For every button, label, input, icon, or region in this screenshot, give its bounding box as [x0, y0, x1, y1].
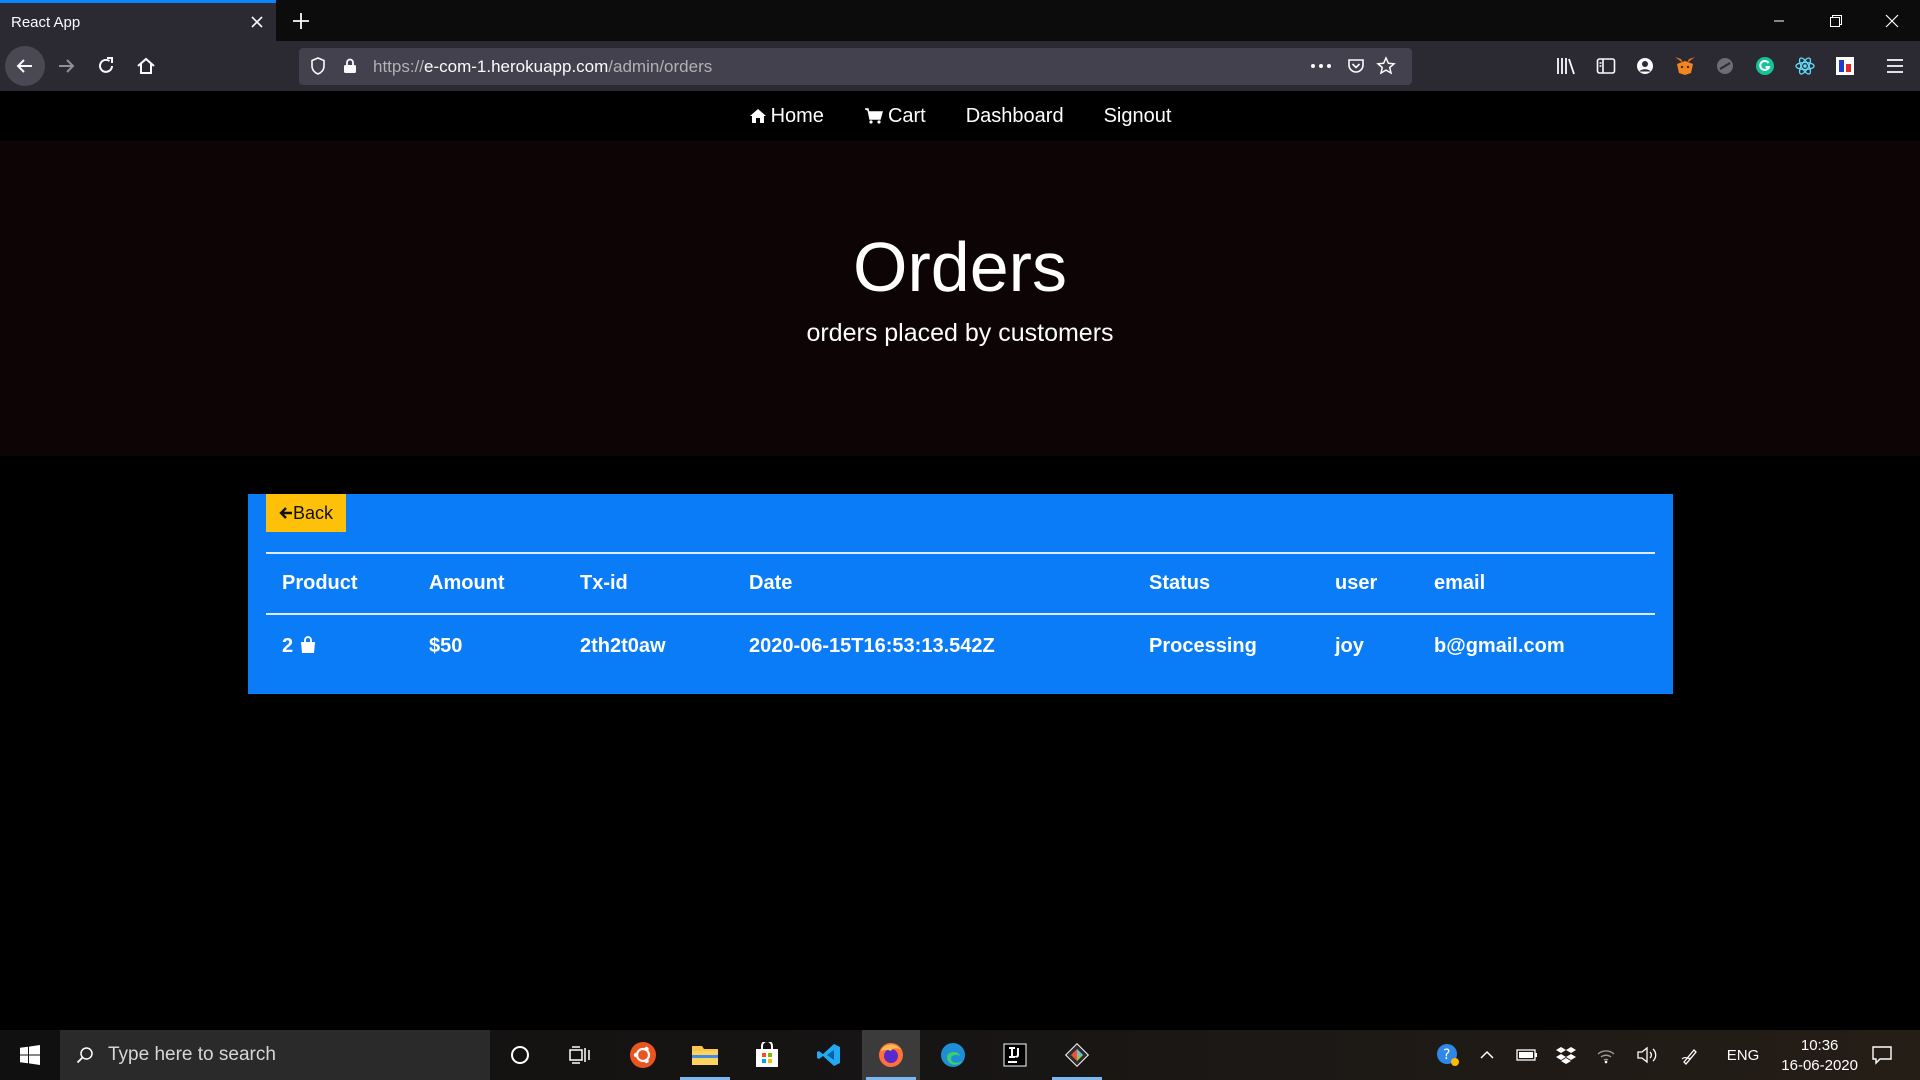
chevron-up-icon[interactable]	[1472, 1030, 1502, 1080]
page-title: Orders	[853, 228, 1067, 306]
home-icon[interactable]	[127, 48, 165, 84]
task-view-icon[interactable]	[551, 1030, 609, 1080]
color-picker-extension-icon[interactable]	[1832, 53, 1858, 79]
back-button[interactable]: Back	[266, 494, 346, 532]
browser-toolbar: https://e-com-1.herokuapp.com/admin/orde…	[0, 41, 1920, 91]
dropbox-icon[interactable]	[1551, 1030, 1581, 1080]
hamburger-menu-icon[interactable]	[1882, 53, 1908, 79]
nav-home-label: Home	[770, 104, 824, 127]
cell-txid: 2th2t0aw	[580, 635, 666, 657]
back-arrow-icon[interactable]	[5, 46, 45, 86]
vscode-icon[interactable]	[800, 1030, 858, 1080]
column-header-txid: Tx-id	[580, 572, 628, 594]
shield-icon[interactable]	[307, 55, 329, 77]
url-path: /admin/orders	[608, 56, 713, 76]
cortana-icon[interactable]	[491, 1030, 549, 1080]
forward-arrow-icon[interactable]	[47, 48, 85, 84]
tab-close-icon[interactable]	[242, 7, 272, 37]
column-header-status: Status	[1149, 572, 1211, 594]
intellij-icon[interactable]	[986, 1030, 1044, 1080]
shopping-bag-icon	[300, 636, 315, 653]
column-header-user: user	[1335, 572, 1378, 594]
pocket-icon[interactable]	[1345, 55, 1367, 77]
clock-date: 16-06-2020	[1781, 1057, 1858, 1074]
microsoft-store-icon[interactable]	[738, 1030, 796, 1080]
nav-signout-label: Signout	[1103, 104, 1172, 127]
library-icon[interactable]	[1553, 53, 1579, 79]
restore-icon[interactable]	[1807, 0, 1864, 41]
svg-text:?: ?	[1443, 1047, 1450, 1063]
edge-icon[interactable]	[924, 1030, 982, 1080]
ubuntu-app-icon[interactable]	[614, 1030, 672, 1080]
hero-jumbotron: Orders orders placed by customers	[0, 141, 1920, 456]
table-row: 2 $50 2th2t0aw 2020-06-15T16:53:13.542Z …	[266, 614, 1655, 678]
column-header-email: email	[1434, 572, 1486, 594]
more-actions-icon[interactable]	[1310, 55, 1332, 77]
home-icon	[749, 109, 766, 123]
notification-center-icon[interactable]	[1862, 1030, 1902, 1080]
column-header-product: Product	[282, 572, 358, 594]
minimize-icon[interactable]	[1750, 0, 1807, 41]
bookmark-star-icon[interactable]	[1375, 55, 1397, 77]
taskbar-search-box[interactable]: Type here to search	[60, 1030, 490, 1080]
cell-product: 2	[266, 614, 413, 678]
account-icon[interactable]	[1632, 53, 1658, 79]
language-indicator[interactable]: ENG	[1722, 1030, 1764, 1080]
column-header-date: Date	[749, 572, 793, 594]
file-explorer-icon[interactable]	[676, 1030, 734, 1080]
firefox-taskbar-icon[interactable]	[862, 1030, 920, 1080]
nav-signout-link[interactable]: Signout	[1084, 105, 1192, 128]
nav-dashboard-label: Dashboard	[965, 104, 1064, 127]
cell-user: joy	[1335, 635, 1364, 657]
cell-date: 2020-06-15T16:53:13.542Z	[749, 635, 995, 657]
battery-icon[interactable]	[1512, 1030, 1542, 1080]
cell-amount: $50	[429, 635, 463, 657]
grammarly-extension-icon[interactable]	[1752, 53, 1778, 79]
browser-tab[interactable]: React App	[0, 0, 276, 41]
extension-circle-icon[interactable]	[1712, 53, 1738, 79]
windows-start-icon[interactable]	[0, 1030, 60, 1080]
nav-home-link[interactable]: Home	[729, 105, 844, 128]
page-subtitle: orders placed by customers	[806, 319, 1114, 347]
browser-tab-bar: React App	[0, 0, 1920, 41]
wifi-icon[interactable]	[1591, 1030, 1621, 1080]
nav-cart-link[interactable]: Cart	[844, 105, 946, 128]
windows-taskbar: Type here to search ? ENG 10:36 16-06-20…	[0, 1030, 1920, 1080]
sidebar-icon[interactable]	[1593, 53, 1619, 79]
cell-email: b@gmail.com	[1434, 635, 1565, 657]
clock-time: 10:36	[1800, 1037, 1839, 1054]
new-tab-icon[interactable]	[286, 6, 316, 36]
url-scheme: https://	[373, 56, 425, 76]
metamask-extension-icon[interactable]	[1672, 53, 1698, 79]
site-navbar: Home Cart Dashboard Signout	[0, 91, 1920, 141]
react-devtools-icon[interactable]	[1792, 53, 1818, 79]
url-host: e-com-1.herokuapp.com	[424, 56, 609, 76]
arrow-left-icon	[279, 507, 292, 519]
close-window-icon[interactable]	[1863, 0, 1920, 41]
help-tray-icon[interactable]: ?	[1428, 1030, 1468, 1080]
product-count: 2	[282, 635, 294, 657]
url-bar[interactable]: https://e-com-1.herokuapp.com/admin/orde…	[299, 48, 1412, 85]
page-content: Home Cart Dashboard Signout Orders order…	[0, 91, 1920, 1030]
search-icon	[76, 1047, 93, 1064]
column-header-amount: Amount	[429, 572, 505, 594]
cart-icon	[864, 108, 883, 124]
tab-title: React App	[11, 13, 81, 31]
nav-cart-label: Cart	[887, 104, 926, 127]
url-text: https://e-com-1.herokuapp.com/admin/orde…	[373, 57, 712, 77]
volume-icon[interactable]	[1632, 1030, 1662, 1080]
reload-icon[interactable]	[87, 48, 125, 84]
cell-status: Processing	[1149, 635, 1257, 657]
search-placeholder: Type here to search	[108, 1044, 276, 1065]
back-button-label: Back	[292, 502, 334, 523]
orders-panel: Back Product Amount Tx-id Date Status us…	[248, 494, 1673, 694]
table-header-row: Product Amount Tx-id Date Status user em…	[266, 553, 1655, 614]
pen-ink-icon[interactable]	[1676, 1030, 1706, 1080]
lock-icon[interactable]	[339, 55, 361, 77]
taskbar-clock[interactable]: 10:36 16-06-2020	[1781, 1036, 1858, 1076]
nav-dashboard-link[interactable]: Dashboard	[946, 105, 1084, 128]
git-client-icon[interactable]	[1048, 1030, 1106, 1080]
orders-table: Product Amount Tx-id Date Status user em…	[266, 552, 1655, 678]
